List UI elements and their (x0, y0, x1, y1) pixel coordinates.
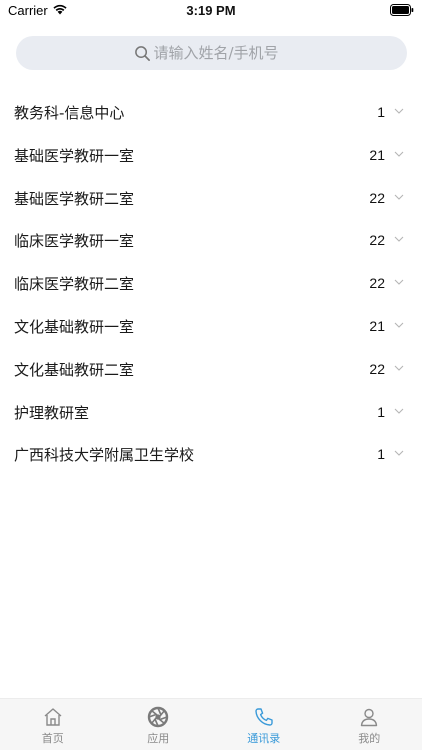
department-name: 基础医学教研二室 (14, 189, 135, 208)
search-bar[interactable] (16, 36, 407, 70)
person-icon (361, 708, 378, 727)
department-row[interactable]: 教务科-信息中心 1 (0, 91, 422, 134)
department-row[interactable]: 临床医学教研一室 22 (0, 219, 422, 262)
tab-apps[interactable]: 应用 (106, 699, 212, 750)
member-count: 22 (369, 360, 385, 377)
status-bar: Carrier 3:19 PM (0, 0, 422, 24)
tab-home[interactable]: 首页 (0, 699, 106, 750)
department-name: 教务科-信息中心 (14, 104, 125, 122)
department-name: 基础医学教研一室 (14, 146, 135, 165)
department-name: 文化基础教研二室 (14, 360, 135, 379)
member-count: 22 (369, 275, 385, 292)
department-name: 临床医学教研二室 (14, 275, 135, 294)
department-name: 广西科技大学附属卫生学校 (14, 446, 195, 465)
department-row[interactable]: 文化基础教研一室 21 (0, 305, 422, 348)
tab-label: 我的 (358, 732, 381, 745)
tab-contacts[interactable]: 通讯录 (211, 699, 317, 750)
department-row[interactable]: 护理教研室 1 (0, 391, 422, 434)
member-count: 1 (377, 403, 385, 420)
chevron-down-icon (394, 450, 404, 457)
chevron-down-icon (394, 408, 404, 414)
aperture-icon (148, 706, 169, 728)
department-row[interactable]: 文化基础教研二室 22 (0, 348, 422, 391)
home-icon (44, 708, 62, 726)
tab-label: 应用 (147, 732, 170, 745)
member-count: 1 (377, 446, 385, 463)
phone-icon (255, 708, 273, 726)
chevron-down-icon (394, 365, 404, 371)
chevron-down-icon (394, 108, 404, 114)
department-row[interactable]: 基础医学教研一室 21 (0, 134, 422, 177)
tab-label: 通讯录 (247, 732, 281, 745)
battery-icon (390, 4, 414, 16)
member-count: 22 (369, 232, 385, 249)
search-input[interactable] (153, 44, 290, 62)
chevron-down-icon (394, 279, 404, 285)
tab-bar: 首页 应用 通讯录 我的 (0, 698, 422, 750)
department-row[interactable]: 广西科技大学附属卫生学校 1 (0, 433, 422, 476)
department-row[interactable]: 临床医学教研二室 22 (0, 262, 422, 305)
member-count: 1 (377, 104, 385, 120)
member-count: 21 (369, 317, 385, 334)
member-count: 22 (369, 189, 385, 206)
department-name: 护理教研室 (14, 403, 90, 422)
clock: 3:19 PM (186, 3, 236, 18)
chevron-down-icon (394, 322, 404, 328)
department-row[interactable]: 基础医学教研二室 22 (0, 177, 422, 220)
chevron-down-icon (394, 194, 404, 200)
department-name: 文化基础教研一室 (14, 317, 135, 336)
member-count: 21 (369, 146, 385, 163)
tab-label: 首页 (41, 732, 64, 745)
chevron-down-icon (394, 237, 404, 243)
tab-profile[interactable]: 我的 (317, 699, 422, 750)
department-name: 临床医学教研一室 (14, 232, 135, 251)
chevron-down-icon (394, 151, 404, 157)
search-icon (134, 45, 150, 61)
department-list: 教务科-信息中心 1 基础医学教研一室 21 基础医学教研二室 22 临床医学教… (0, 91, 422, 476)
